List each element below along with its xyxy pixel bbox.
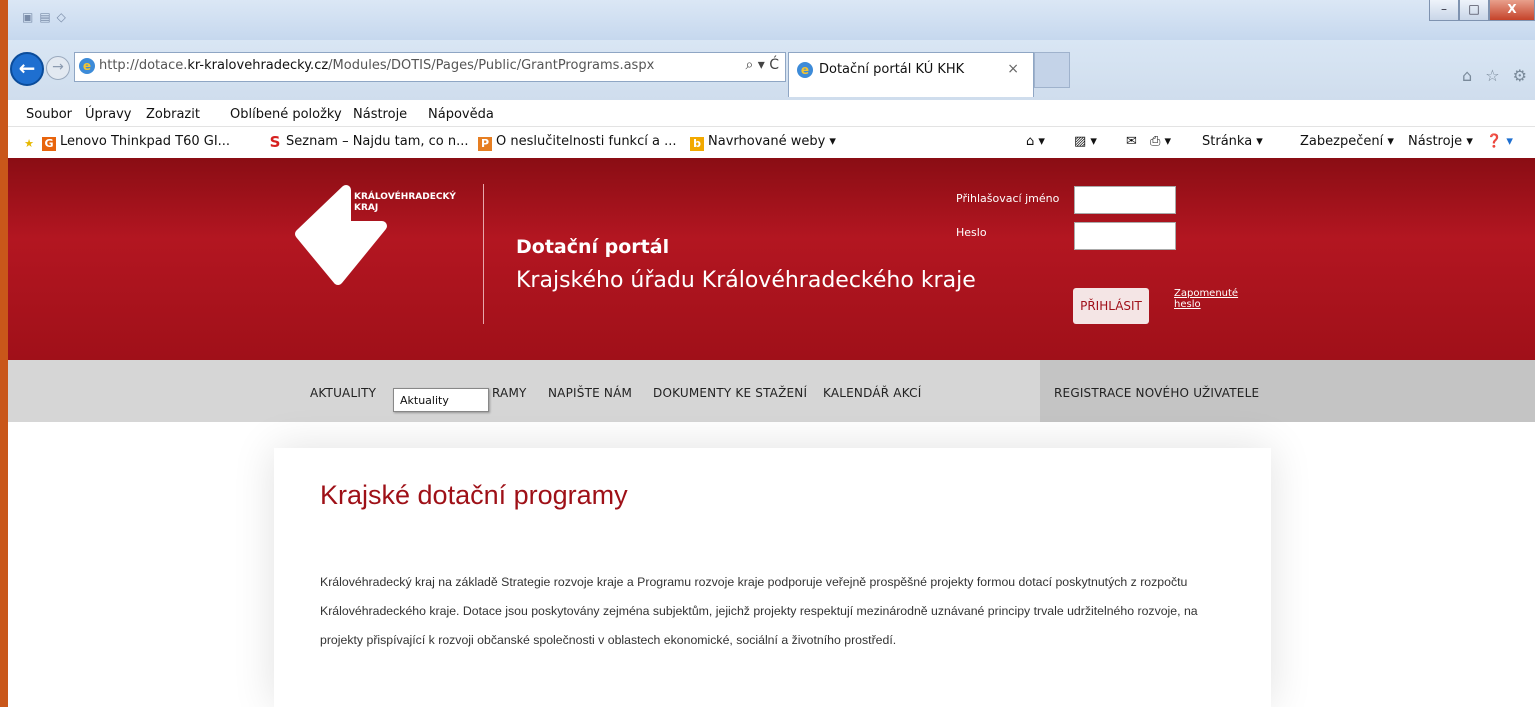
window-controls: – □ X [1429, 0, 1535, 21]
username-label: Přihlašovací jméno [956, 192, 1060, 205]
password-input[interactable] [1074, 222, 1176, 250]
main-nav: AKTUALITY RAMY NAPIŠTE NÁM DOKUMENTY KE … [8, 360, 1535, 422]
tooltip: Aktuality [393, 388, 489, 412]
portal-subtitle: Krajského úřadu Královéhradeckého kraje [516, 268, 976, 293]
password-label: Heslo [956, 226, 987, 239]
favorites-bar: ★ G Lenovo Thinkpad T60 GI... S Seznam – N… [8, 127, 1535, 157]
login-button[interactable]: PŘIHLÁSIT [1073, 288, 1149, 324]
portal-title: Dotační portál [516, 236, 670, 258]
title-bar: ▣▤◇ – □ X [8, 0, 1535, 40]
favorites-star-icon[interactable]: ★ [22, 134, 40, 151]
ie-icon: e [79, 58, 95, 74]
search-refresh-controls[interactable]: ⌕ ▾ Ć [745, 57, 779, 73]
menu-view[interactable]: Zobrazit [146, 107, 200, 122]
bing-icon: b [690, 137, 704, 151]
maximize-button[interactable]: □ [1459, 0, 1489, 21]
close-window-button[interactable]: X [1489, 0, 1535, 21]
print-icon[interactable]: ⎙ ▾ [1150, 134, 1171, 149]
menu-favorites[interactable]: Oblíbené položky [230, 107, 342, 122]
favorite-neslucitelnost[interactable]: PO neslučitelnosti funkcí a ... [478, 134, 676, 151]
home-icon[interactable]: ⌂ ▾ [1026, 134, 1045, 149]
quick-access-icons: ▣▤◇ [22, 10, 72, 24]
favorite-seznam[interactable]: S Seznam – Najdu tam, co n... [268, 133, 469, 151]
menu-edit[interactable]: Úpravy [85, 107, 131, 122]
minimize-button[interactable]: – [1429, 0, 1459, 21]
page-title: Krajské dotační programy [320, 480, 628, 510]
nav-write-us[interactable]: NAPIŠTE NÁM [548, 386, 632, 400]
tab-close-icon[interactable]: × [1007, 61, 1019, 77]
browser-window: ▣▤◇ – □ X ← → e http://dotace.kr-kralove… [8, 0, 1535, 707]
tab-title: Dotační portál KÚ KHK [819, 62, 965, 77]
tab-active[interactable]: e Dotační portál KÚ KHK × [788, 52, 1034, 97]
nav-grant-programs[interactable]: RAMY [492, 386, 527, 400]
menu-bar: Soubor Úpravy Zobrazit Oblíbené položky … [8, 100, 1535, 127]
menu-file[interactable]: Soubor [26, 107, 72, 122]
site-header: KRÁLOVÉHRADECKÝ KRAJ Dotační portál Kraj… [8, 158, 1535, 360]
ie-icon: e [797, 62, 813, 78]
security-menu[interactable]: Zabezpečení ▾ [1300, 134, 1394, 149]
back-button[interactable]: ← [10, 52, 44, 86]
header-divider [483, 184, 484, 324]
suggested-sites[interactable]: b Navrhované weby ▾ [690, 134, 836, 151]
feeds-icon[interactable]: ▨ ▾ [1074, 134, 1097, 149]
nav-calendar[interactable]: KALENDÁŘ AKCÍ [823, 386, 921, 400]
tools-menu[interactable]: Nástroje ▾ [1408, 134, 1473, 149]
menu-help[interactable]: Nápověda [428, 107, 494, 122]
mail-icon[interactable]: ✉ [1126, 134, 1137, 149]
nav-register[interactable]: REGISTRACE NOVÉHO UŽIVATELE [1054, 386, 1259, 400]
intro-paragraph: Královéhradecký kraj na základě Strategi… [320, 575, 1198, 647]
forgot-password-link[interactable]: Zapomenuté heslo [1174, 288, 1238, 310]
nav-documents[interactable]: DOKUMENTY KE STAŽENÍ [653, 386, 807, 400]
page-menu[interactable]: Stránka ▾ [1202, 134, 1263, 149]
logo-text: KRÁLOVÉHRADECKÝ KRAJ [354, 192, 456, 213]
address-bar[interactable]: e http://dotace.kr-kralovehradecky.cz/Mo… [74, 52, 786, 82]
url-text[interactable]: http://dotace.kr-kralovehradecky.cz/Modu… [99, 58, 654, 73]
new-tab-button[interactable] [1034, 52, 1070, 88]
menu-tools[interactable]: Nástroje [353, 107, 407, 122]
lenovo-icon: G [42, 137, 56, 151]
forward-button[interactable]: → [46, 56, 70, 80]
seznam-icon: S [269, 133, 281, 151]
nav-news[interactable]: AKTUALITY [310, 386, 376, 400]
help-icon[interactable]: ❓ ▾ [1486, 134, 1513, 149]
home-favorites-tools-icons[interactable]: ⌂ ☆ ⚙ [1462, 66, 1531, 85]
page-icon: P [478, 137, 492, 151]
favorite-lenovo[interactable]: G Lenovo Thinkpad T60 GI... [42, 134, 230, 151]
username-input[interactable] [1074, 186, 1176, 214]
